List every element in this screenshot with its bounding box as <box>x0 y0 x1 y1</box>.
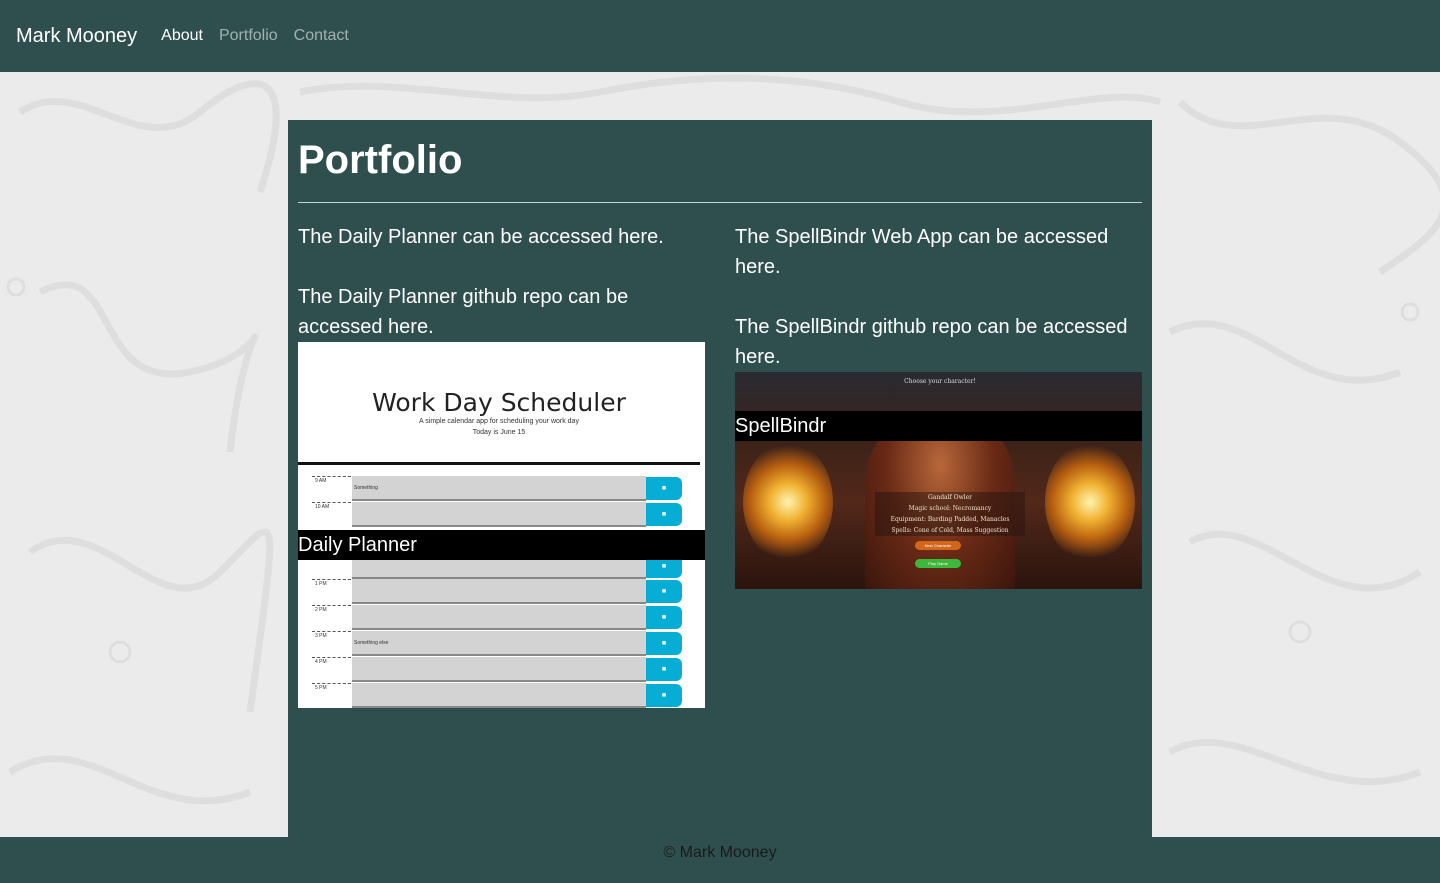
app-link-text: The SpellBindr Web App can be accessed h… <box>735 222 1142 282</box>
row-hour: 1 PM <box>312 579 351 604</box>
save-icon: ■ <box>646 658 682 681</box>
save-icon: ■ <box>646 477 682 500</box>
spellbindr-repo-link[interactable]: The SpellBindr github repo can be access… <box>735 316 1127 368</box>
portfolio-panel: Portfolio The Daily Planner can be acces… <box>288 120 1152 837</box>
daily-planner-screenshot[interactable]: Work Day Scheduler A simple calendar app… <box>298 342 705 708</box>
planner-row: 10 AM ■ <box>312 502 683 527</box>
daily-planner-app-link[interactable]: The Daily Planner can be accessed here. <box>298 226 664 248</box>
daily-planner-label: Daily Planner <box>298 530 705 560</box>
spellbindr-app-link[interactable]: The SpellBindr Web App can be accessed h… <box>735 226 1108 278</box>
nav-link-portfolio[interactable]: Portfolio <box>219 27 278 45</box>
save-icon: ■ <box>646 632 682 655</box>
portal-left <box>743 442 833 562</box>
save-icon: ■ <box>646 580 682 603</box>
planner-row: 1 PM ■ <box>312 579 683 604</box>
row-field <box>352 605 646 630</box>
nav-link-contact[interactable]: Contact <box>294 27 349 45</box>
spellbindr-label: SpellBindr <box>735 411 1142 441</box>
planner-row: 9 AM Something ■ <box>312 476 683 501</box>
repo-link-text: The Daily Planner github repo can be acc… <box>298 282 705 342</box>
page-title: Portfolio <box>298 138 463 182</box>
screenshot-heading: Choose your character! <box>904 378 976 385</box>
daily-planner-repo-link[interactable]: The Daily Planner github repo can be acc… <box>298 286 628 338</box>
row-field <box>352 683 646 708</box>
save-icon: ■ <box>646 606 682 629</box>
repo-link-text: The SpellBindr github repo can be access… <box>735 312 1142 372</box>
new-character-button: New Character <box>915 541 961 550</box>
planner-row: 3 PM Something else ■ <box>312 631 683 656</box>
row-field <box>352 579 646 604</box>
save-icon: ■ <box>646 503 682 526</box>
screenshot-date: Today is June 15 <box>472 429 526 436</box>
screenshot-title: Work Day Scheduler <box>372 388 626 417</box>
spellbindr-screenshot[interactable]: Choose your character! Gandalf Owler Mag… <box>735 372 1142 589</box>
character-line: Gandalf Owler <box>927 494 973 501</box>
row-hour: 3 PM <box>312 631 351 656</box>
planner-row: 5 PM ■ <box>312 683 683 708</box>
save-icon: ■ <box>646 684 682 707</box>
row-field: Something <box>352 476 646 501</box>
title-divider <box>298 202 1142 203</box>
project-daily-planner: The Daily Planner can be accessed here. … <box>298 222 705 708</box>
row-hour: 5 PM <box>312 683 351 708</box>
row-hour: 4 PM <box>312 657 351 682</box>
project-spellbindr: The SpellBindr Web App can be accessed h… <box>735 222 1142 708</box>
footer: © Mark Mooney <box>0 837 1440 883</box>
character-line: Magic school: Necromancy <box>908 505 992 512</box>
row-field <box>352 657 646 682</box>
row-hour: 9 AM <box>312 476 351 501</box>
row-field: Something else <box>352 631 646 656</box>
row-hour: 10 AM <box>312 502 351 527</box>
character-info: Gandalf Owler Magic school: Necromancy E… <box>875 492 1025 536</box>
planner-row: 4 PM ■ <box>312 657 683 682</box>
row-hour: 2 PM <box>312 605 351 630</box>
footer-copyright: © Mark Mooney <box>663 844 777 861</box>
row-field <box>352 502 646 527</box>
character-line: Equipment: Barding Padded, Manacles <box>890 516 1010 523</box>
planner-row: 2 PM ■ <box>312 605 683 630</box>
nav-link-about[interactable]: About <box>161 27 203 45</box>
app-link-text: The Daily Planner can be accessed here. <box>298 222 705 252</box>
play-game-button: Play Game <box>915 559 961 568</box>
screenshot-rule <box>298 462 700 465</box>
portal-right <box>1045 442 1135 562</box>
brand-link[interactable]: Mark Mooney <box>16 25 137 48</box>
screenshot-subtitle: A simple calendar app for scheduling you… <box>419 418 579 425</box>
character-line: Spells: Cone of Cold, Mass Suggestion <box>891 527 1009 534</box>
top-navbar: Mark Mooney About Portfolio Contact <box>0 0 1440 72</box>
